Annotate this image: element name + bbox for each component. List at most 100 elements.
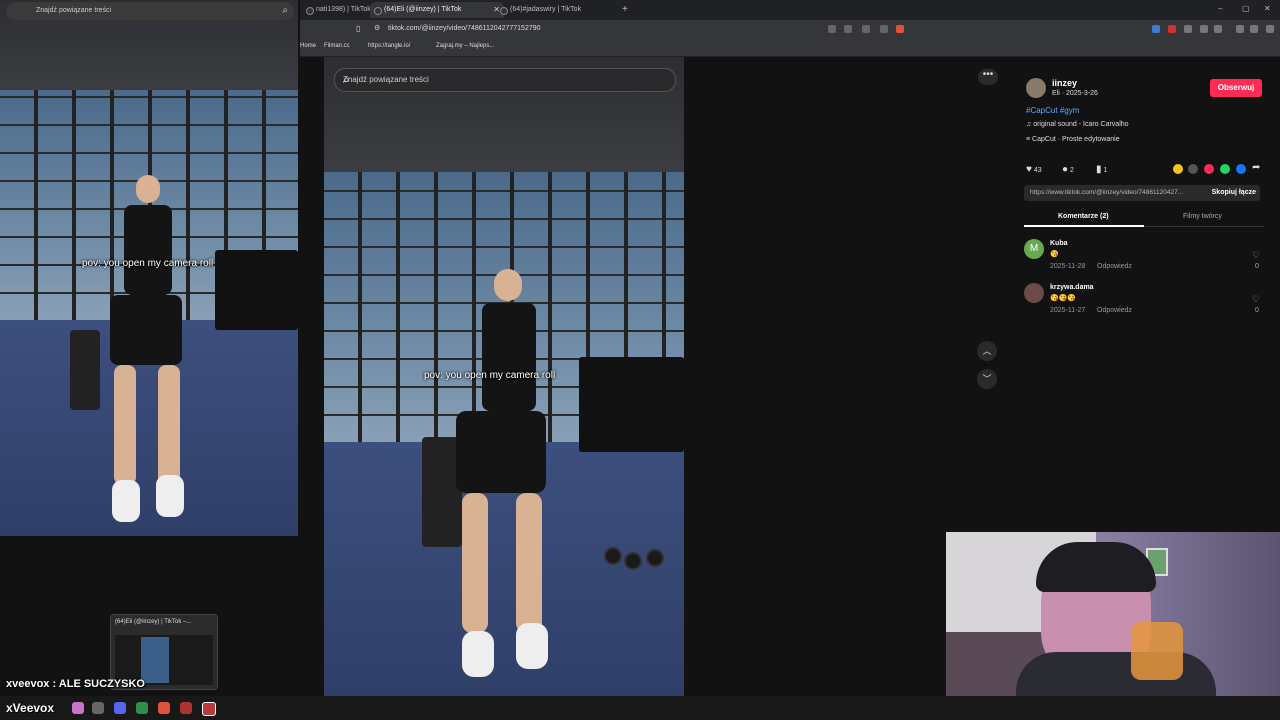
comment-like-icon[interactable]: ♡ <box>1252 294 1260 305</box>
person-head <box>136 175 160 203</box>
taskbar <box>0 696 1280 720</box>
sneaker-right <box>516 623 548 669</box>
comment-button[interactable]: ● 2 <box>1062 164 1074 175</box>
person-head <box>494 269 522 301</box>
chrome-icon[interactable] <box>136 702 148 714</box>
previous-video-icon[interactable]: ︿ <box>977 341 997 361</box>
sidebar-icon[interactable] <box>1214 25 1222 33</box>
comment-avatar[interactable]: M <box>1024 239 1044 259</box>
bookmark-home[interactable]: Home <box>300 43 316 49</box>
share-icon[interactable] <box>880 25 888 33</box>
next-video-icon[interactable]: ﹀ <box>977 369 997 389</box>
headphones-icon <box>1036 542 1156 592</box>
author-avatar[interactable] <box>1026 78 1046 98</box>
person-leg-right <box>158 365 180 485</box>
media-icon[interactable] <box>1236 25 1244 33</box>
tab-jadaswiry[interactable]: (64)#jadaswiry | TikTok <box>496 2 630 18</box>
share-arrow-icon[interactable]: ➦ <box>1252 162 1260 173</box>
capcut-row[interactable]: ≡ CapCut · Proste edytowanie <box>1026 136 1120 143</box>
author-subline: Eli · 2025-3-26 <box>1052 90 1098 97</box>
bookmark-filman[interactable]: Filman.cc <box>324 43 350 49</box>
extension-icon[interactable] <box>844 25 852 33</box>
coin-icon[interactable] <box>1173 164 1183 174</box>
preview-title: (64)Eli (@iinzey) | TikTok –... <box>115 619 192 625</box>
person-shorts <box>456 411 546 493</box>
maximize-icon[interactable]: ▢ <box>1242 4 1250 13</box>
facebook-icon[interactable] <box>1236 164 1246 174</box>
bookmark-icon[interactable]: ▯ <box>356 24 360 33</box>
brave-icon[interactable] <box>158 702 170 714</box>
wallet-icon[interactable] <box>1250 25 1258 33</box>
juice-glass <box>1131 622 1183 680</box>
comment-avatar[interactable] <box>1024 283 1044 303</box>
comment-like-icon[interactable]: ♡ <box>1252 250 1260 261</box>
author-username[interactable]: iinzey <box>1052 78 1077 88</box>
video-search-input[interactable]: Znajdź powiązane treści ⌕ <box>334 68 676 92</box>
new-tab-button[interactable]: + <box>618 2 636 18</box>
save-count: 1 <box>1103 167 1108 174</box>
bookmark-tangle[interactable]: https://tangle.io/ <box>368 43 410 49</box>
comment-count: 2 <box>1070 167 1074 174</box>
search-icon[interactable]: ⌕ <box>343 72 667 87</box>
share-link-box: https://www.tiktok.com/@iinzey/video/748… <box>1024 185 1260 201</box>
puzzle-icon[interactable] <box>1200 25 1208 33</box>
extension-icon[interactable] <box>1152 25 1160 33</box>
reply-button[interactable]: Odpowiedz <box>1097 307 1132 314</box>
left-overlay-caption: pov: you open my camera roll <box>82 258 214 269</box>
save-button[interactable]: ▮ 1 <box>1096 164 1107 175</box>
capcut-label: CapCut · Proste edytowanie <box>1032 136 1120 143</box>
extension-icon[interactable] <box>828 25 836 33</box>
tab-iinzey[interactable]: (64)Eli (@iinzey) | TikTok ✕ <box>370 2 504 18</box>
embed-icon[interactable] <box>1188 164 1198 174</box>
reply-button[interactable]: Odpowiedz <box>1097 263 1132 270</box>
video-player[interactable]: pov: you open my camera roll <box>324 57 684 696</box>
tab-creator-videos[interactable]: Filmy twórcy <box>1183 213 1222 220</box>
whatsapp-icon[interactable] <box>1220 164 1230 174</box>
background-window: pov: you open my camera roll <box>0 0 298 536</box>
person-leg-left <box>114 365 136 485</box>
active-tab-indicator <box>1024 225 1144 227</box>
taskbar-app-icon[interactable] <box>202 702 216 716</box>
video-hashtags[interactable]: #CapCut #gym <box>1026 106 1079 115</box>
bookmark-zagraj[interactable]: Zagraj.my – Najleps... <box>436 43 494 49</box>
close-window-icon[interactable]: ✕ <box>1264 4 1271 13</box>
like-button[interactable]: ♥ 43 <box>1026 164 1042 175</box>
dumbbell <box>604 547 622 565</box>
chat-message: xveevox : ALE SUCZYSKO <box>6 678 145 690</box>
discord-icon[interactable] <box>114 702 126 714</box>
follow-button[interactable]: Obserwuj <box>1210 79 1262 97</box>
taskbar-app-icon[interactable] <box>72 702 84 714</box>
minimize-icon[interactable]: – <box>1218 4 1222 13</box>
extension-icon[interactable] <box>1168 25 1176 33</box>
sneaker-left <box>112 480 140 522</box>
translate-icon[interactable] <box>862 25 870 33</box>
tiktok-icon <box>306 7 314 15</box>
tiktok-icon <box>500 7 508 15</box>
sound-row[interactable]: ♫ original sound - Icaro Carvalho <box>1026 121 1129 128</box>
comment-username[interactable]: krzywa.dama <box>1050 284 1094 291</box>
video-overlay-caption: pov: you open my camera roll <box>424 370 556 381</box>
menu-icon[interactable] <box>1266 25 1274 33</box>
like-count: 43 <box>1033 167 1042 174</box>
extension-icon[interactable] <box>1184 25 1192 33</box>
search-icon[interactable]: ⌕ <box>282 5 288 16</box>
more-options-icon[interactable]: ••• <box>978 69 998 85</box>
share-link-url[interactable]: https://www.tiktok.com/@iinzey/video/748… <box>1030 189 1183 196</box>
tab-label: (64)Eli (@iinzey) | TikTok <box>384 6 462 13</box>
dumbbell-rack <box>579 357 684 452</box>
copy-link-button[interactable]: Skopiuj łącze <box>1212 189 1256 196</box>
comment-date: 2025-11-28 <box>1050 263 1086 270</box>
tab-nati[interactable]: nati1398) | TikTok <box>302 2 380 18</box>
site-info-icon[interactable]: ⚙ <box>374 24 380 32</box>
person-top <box>124 205 172 295</box>
left-search-input[interactable]: Znajdź powiązane treści ⌕ <box>6 2 294 20</box>
taskbar-app-icon[interactable] <box>92 702 104 714</box>
comment-username[interactable]: Kuba <box>1050 240 1068 247</box>
url-field[interactable]: tiktok.com/@iinzey/video/748611204277715… <box>388 25 541 32</box>
tab-comments[interactable]: Komentarze (2) <box>1058 213 1109 220</box>
person-leg-right <box>516 493 542 633</box>
brave-shield-icon[interactable] <box>896 25 904 33</box>
send-icon[interactable] <box>1204 164 1214 174</box>
obs-icon[interactable] <box>180 702 192 714</box>
bookmarks-bar: Home Filman.cc https://tangle.io/ Zagraj… <box>300 39 1280 57</box>
